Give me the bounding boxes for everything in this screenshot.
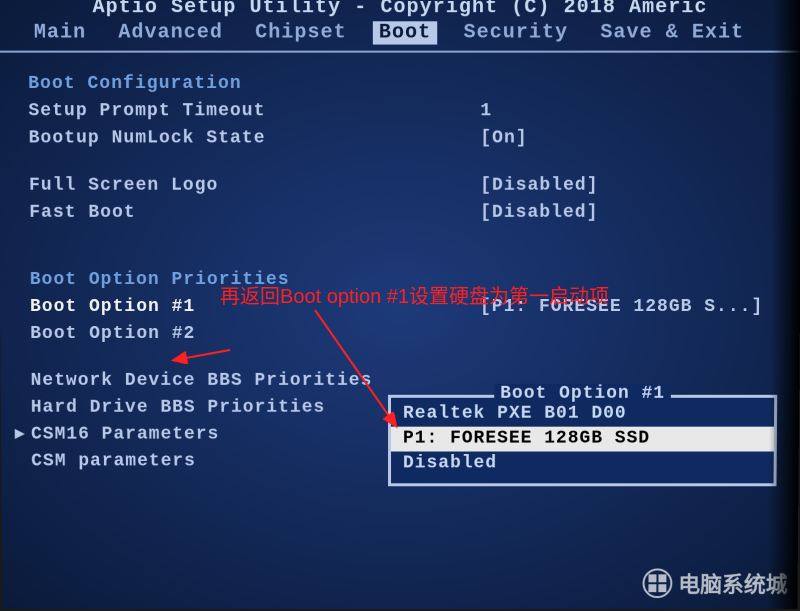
popup-item-disabled[interactable]: Disabled xyxy=(391,452,774,477)
popup-title: Boot Option #1 xyxy=(494,384,671,404)
setting-label: Bootup NumLock State xyxy=(29,125,481,152)
setting-value: [On] xyxy=(480,125,527,152)
bios-title: Aptio Setup Utility - Copyright (C) 2018… xyxy=(0,0,800,19)
setting-label: Fast Boot xyxy=(29,200,480,227)
full-screen-logo[interactable]: Full Screen Logo [Disabled] xyxy=(29,173,781,200)
menu-chipset[interactable]: Chipset xyxy=(249,21,353,44)
setting-label: Setup Prompt Timeout xyxy=(28,98,480,125)
annotation-text: 再返回Boot option #1设置硬盘为第一启动项 xyxy=(220,280,609,309)
menu-save-exit[interactable]: Save & Exit xyxy=(594,21,750,44)
setup-prompt-timeout[interactable]: Setup Prompt Timeout 1 xyxy=(28,98,781,125)
setting-value: [Disabled] xyxy=(480,173,598,200)
setting-label: Full Screen Logo xyxy=(29,173,480,200)
menu-boot[interactable]: Boot xyxy=(373,21,437,44)
fast-boot[interactable]: Fast Boot [Disabled] xyxy=(29,200,781,227)
caret-icon: ▸ xyxy=(15,422,25,449)
bootup-numlock[interactable]: Bootup NumLock State [On] xyxy=(29,125,782,152)
boot-option-popup: Boot Option #1 Realtek PXE B01 D00 P1: F… xyxy=(388,395,777,486)
setting-value: 1 xyxy=(480,98,492,125)
boot-config-header: Boot Configuration xyxy=(28,71,782,98)
watermark-icon xyxy=(642,568,672,598)
menu-security[interactable]: Security xyxy=(457,21,574,44)
popup-item-realtek[interactable]: Realtek PXE B01 D00 xyxy=(391,402,774,427)
watermark: 电脑系统城 xyxy=(642,567,787,599)
arrow-icon xyxy=(170,300,420,459)
menu-main[interactable]: Main xyxy=(28,21,93,44)
menu-bar: Main Advanced Chipset Boot Security Save… xyxy=(0,19,800,52)
setting-value: [Disabled] xyxy=(480,200,598,227)
popup-item-foresee[interactable]: P1: FORESEE 128GB SSD xyxy=(391,427,774,452)
menu-advanced[interactable]: Advanced xyxy=(112,21,229,44)
